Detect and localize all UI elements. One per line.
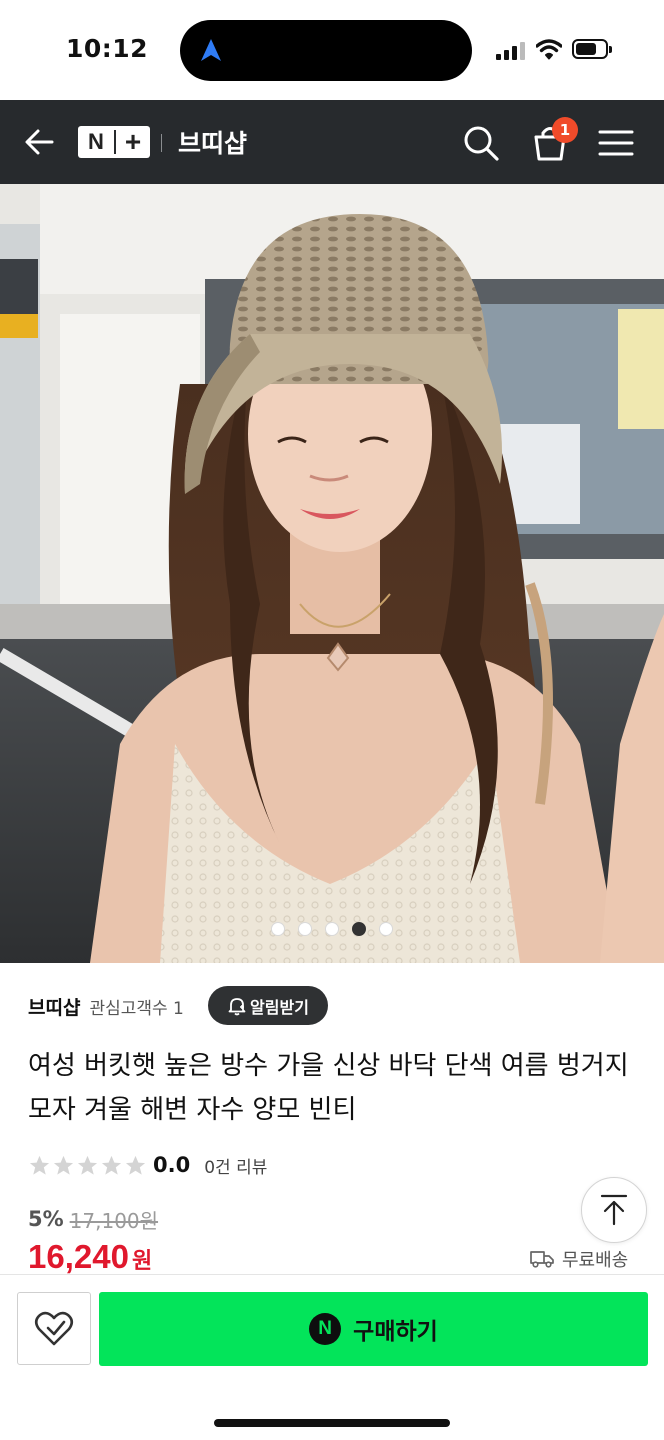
review-count[interactable]: 0건 리뷰 [204,1153,267,1178]
search-icon[interactable] [462,124,500,162]
discount-percent: 5% [28,1207,64,1231]
store-name[interactable]: 브띠샵 [178,124,247,160]
cart-count-badge: 1 [552,117,578,143]
truck-icon [530,1251,554,1268]
scroll-to-top-button[interactable] [581,1177,647,1243]
menu-icon[interactable] [598,128,634,158]
dynamic-island [180,20,472,81]
carousel-dot-active[interactable] [352,922,366,936]
notification-subscribe-label: 알림받기 [250,997,309,1017]
carousel-dot[interactable] [379,922,393,936]
notification-subscribe-button[interactable]: 알림받기 [208,986,328,1025]
signal-icon [496,42,525,60]
shipping-label: 무료배송 [562,1250,629,1271]
sale-price: 16,240 [28,1238,129,1275]
follower-count: 관심고객수 1 [89,998,184,1019]
rating-score: 0.0 [153,1153,191,1177]
wishlist-button[interactable] [17,1292,91,1365]
star-icon [101,1155,122,1175]
product-image[interactable] [0,184,664,963]
header-divider [161,134,162,152]
seller-row: 브띠샵 관심고객수 1 [28,986,184,1026]
discount-row: 5% 17,100원 [28,1204,158,1234]
status-bar: 10:12 [0,0,664,100]
home-indicator [214,1419,450,1427]
carousel-dot[interactable] [298,922,312,936]
carousel-dot[interactable] [325,922,339,936]
product-title: 여성 버킷햇 높은 방수 가을 신상 바닥 단색 여름 벙거지 모자 겨울 해변… [28,1051,629,1125]
naver-pay-icon: N [309,1313,342,1345]
buy-button[interactable]: N 구매하기 [99,1292,648,1366]
status-time: 10:12 [66,34,149,63]
back-arrow-icon[interactable] [22,124,58,160]
sale-price-unit: 원 [131,1249,153,1274]
star-icon [125,1155,146,1175]
naver-plus-logo[interactable]: N + [78,126,150,158]
carousel-dot[interactable] [271,922,285,936]
navigation-arrow-icon [201,39,221,61]
logo-plus: + [124,126,142,157]
rating-row[interactable]: 0.0 0건 리뷰 [28,1150,267,1180]
logo-n: N [88,129,104,154]
image-carousel-indicator [0,922,664,936]
bottom-action-bar: N 구매하기 [0,1274,664,1440]
bell-icon [228,997,246,1015]
battery-icon [572,39,612,59]
wifi-icon [536,39,562,60]
star-icon [77,1155,98,1175]
shipping-info: 무료배송 [530,1246,628,1272]
rating-stars [28,1154,147,1177]
original-price: 17,100원 [69,1208,159,1233]
scroll-top-icon [600,1194,628,1226]
star-icon [29,1155,50,1175]
buy-button-label: 구매하기 [353,1319,438,1345]
star-icon [53,1155,74,1175]
heart-icon [34,1311,74,1345]
seller-name[interactable]: 브띠샵 [28,993,80,1020]
